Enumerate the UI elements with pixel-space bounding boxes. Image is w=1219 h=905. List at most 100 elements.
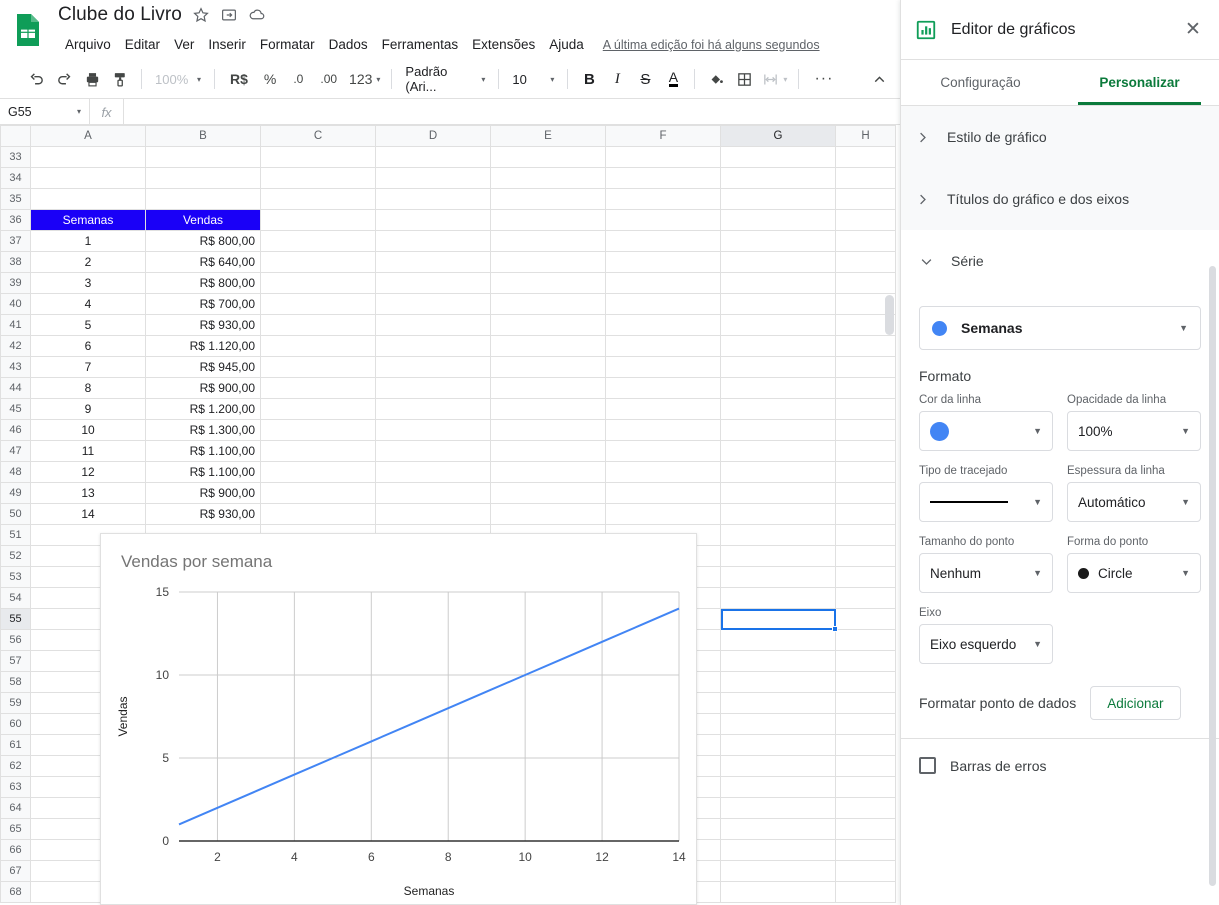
cell-H58[interactable] bbox=[836, 672, 896, 693]
cell-G59[interactable] bbox=[721, 693, 836, 714]
vertical-scrollbar[interactable] bbox=[885, 295, 894, 335]
column-header-d[interactable]: D bbox=[376, 126, 491, 147]
increase-decimal-button[interactable]: .00 bbox=[312, 65, 345, 93]
cell-G62[interactable] bbox=[721, 756, 836, 777]
column-header-f[interactable]: F bbox=[606, 126, 721, 147]
cell-G64[interactable] bbox=[721, 798, 836, 819]
menu-formatar[interactable]: Formatar bbox=[253, 35, 322, 54]
cell-E36[interactable] bbox=[491, 210, 606, 231]
cell-C47[interactable] bbox=[261, 441, 376, 462]
cell-B47[interactable]: R$ 1.100,00 bbox=[146, 441, 261, 462]
strikethrough-button[interactable]: S bbox=[631, 65, 659, 93]
cell-F34[interactable] bbox=[606, 168, 721, 189]
column-header-a[interactable]: A bbox=[31, 126, 146, 147]
row-header-37[interactable]: 37 bbox=[1, 231, 31, 252]
cell-E40[interactable] bbox=[491, 294, 606, 315]
cell-H61[interactable] bbox=[836, 735, 896, 756]
cell-D48[interactable] bbox=[376, 462, 491, 483]
cell-G58[interactable] bbox=[721, 672, 836, 693]
cell-G54[interactable] bbox=[721, 588, 836, 609]
paint-format-icon[interactable] bbox=[106, 65, 134, 93]
cell-G45[interactable] bbox=[721, 399, 836, 420]
cell-F36[interactable] bbox=[606, 210, 721, 231]
dash-type-select[interactable]: ▼ bbox=[919, 482, 1053, 522]
row-header-36[interactable]: 36 bbox=[1, 210, 31, 231]
cell-H35[interactable] bbox=[836, 189, 896, 210]
cell-E38[interactable] bbox=[491, 252, 606, 273]
cell-C44[interactable] bbox=[261, 378, 376, 399]
cell-A46[interactable]: 10 bbox=[31, 420, 146, 441]
cell-A38[interactable]: 2 bbox=[31, 252, 146, 273]
menu-dados[interactable]: Dados bbox=[322, 35, 375, 54]
cell-D50[interactable] bbox=[376, 504, 491, 525]
cell-G44[interactable] bbox=[721, 378, 836, 399]
cell-F38[interactable] bbox=[606, 252, 721, 273]
cell-H52[interactable] bbox=[836, 546, 896, 567]
cell-E34[interactable] bbox=[491, 168, 606, 189]
cell-B38[interactable]: R$ 640,00 bbox=[146, 252, 261, 273]
cell-E50[interactable] bbox=[491, 504, 606, 525]
cell-D43[interactable] bbox=[376, 357, 491, 378]
cell-A41[interactable]: 5 bbox=[31, 315, 146, 336]
cell-H63[interactable] bbox=[836, 777, 896, 798]
row-header-62[interactable]: 62 bbox=[1, 756, 31, 777]
cell-G51[interactable] bbox=[721, 525, 836, 546]
series-select[interactable]: Semanas ▼ bbox=[919, 306, 1201, 350]
row-header-39[interactable]: 39 bbox=[1, 273, 31, 294]
cell-H56[interactable] bbox=[836, 630, 896, 651]
more-formats-button[interactable]: 123 ▾ bbox=[345, 65, 384, 93]
row-header-49[interactable]: 49 bbox=[1, 483, 31, 504]
row-header-55[interactable]: 55 bbox=[1, 609, 31, 630]
cell-B37[interactable]: R$ 800,00 bbox=[146, 231, 261, 252]
row-header-67[interactable]: 67 bbox=[1, 861, 31, 882]
document-title[interactable]: Clube do Livro bbox=[58, 4, 182, 26]
cell-A49[interactable]: 13 bbox=[31, 483, 146, 504]
cell-D47[interactable] bbox=[376, 441, 491, 462]
cell-C42[interactable] bbox=[261, 336, 376, 357]
axis-select[interactable]: Eixo esquerdo ▼ bbox=[919, 624, 1053, 664]
zoom-select[interactable]: 100% ▾ bbox=[149, 65, 207, 93]
cell-G41[interactable] bbox=[721, 315, 836, 336]
fill-color-icon[interactable] bbox=[702, 65, 730, 93]
row-header-54[interactable]: 54 bbox=[1, 588, 31, 609]
row-header-45[interactable]: 45 bbox=[1, 399, 31, 420]
error-bars-row[interactable]: Barras de erros bbox=[901, 739, 1219, 774]
close-icon[interactable]: ✕ bbox=[1181, 18, 1205, 42]
menu-arquivo[interactable]: Arquivo bbox=[58, 35, 118, 54]
row-header-42[interactable]: 42 bbox=[1, 336, 31, 357]
row-header-48[interactable]: 48 bbox=[1, 462, 31, 483]
cell-C38[interactable] bbox=[261, 252, 376, 273]
cell-F50[interactable] bbox=[606, 504, 721, 525]
cell-D40[interactable] bbox=[376, 294, 491, 315]
cell-D33[interactable] bbox=[376, 147, 491, 168]
cell-A37[interactable]: 1 bbox=[31, 231, 146, 252]
cell-C49[interactable] bbox=[261, 483, 376, 504]
undo-icon[interactable] bbox=[22, 65, 50, 93]
cell-H42[interactable] bbox=[836, 336, 896, 357]
cell-G57[interactable] bbox=[721, 651, 836, 672]
row-header-38[interactable]: 38 bbox=[1, 252, 31, 273]
cell-E39[interactable] bbox=[491, 273, 606, 294]
cell-C41[interactable] bbox=[261, 315, 376, 336]
cell-A50[interactable]: 14 bbox=[31, 504, 146, 525]
cell-G39[interactable] bbox=[721, 273, 836, 294]
row-header-41[interactable]: 41 bbox=[1, 315, 31, 336]
last-edit-link[interactable]: A última edição foi há alguns segundos bbox=[603, 38, 820, 52]
cell-G33[interactable] bbox=[721, 147, 836, 168]
cell-H33[interactable] bbox=[836, 147, 896, 168]
cell-G43[interactable] bbox=[721, 357, 836, 378]
line-opacity-select[interactable]: 100% ▼ bbox=[1067, 411, 1201, 451]
line-thickness-select[interactable]: Automático ▼ bbox=[1067, 482, 1201, 522]
cell-E47[interactable] bbox=[491, 441, 606, 462]
cell-H67[interactable] bbox=[836, 861, 896, 882]
cell-H51[interactable] bbox=[836, 525, 896, 546]
cell-G49[interactable] bbox=[721, 483, 836, 504]
row-header-65[interactable]: 65 bbox=[1, 819, 31, 840]
row-header-47[interactable]: 47 bbox=[1, 441, 31, 462]
cell-D49[interactable] bbox=[376, 483, 491, 504]
select-all-corner[interactable] bbox=[1, 126, 31, 147]
cell-C39[interactable] bbox=[261, 273, 376, 294]
accordion-serie[interactable]: Série bbox=[919, 230, 1201, 292]
cell-G46[interactable] bbox=[721, 420, 836, 441]
cell-H50[interactable] bbox=[836, 504, 896, 525]
